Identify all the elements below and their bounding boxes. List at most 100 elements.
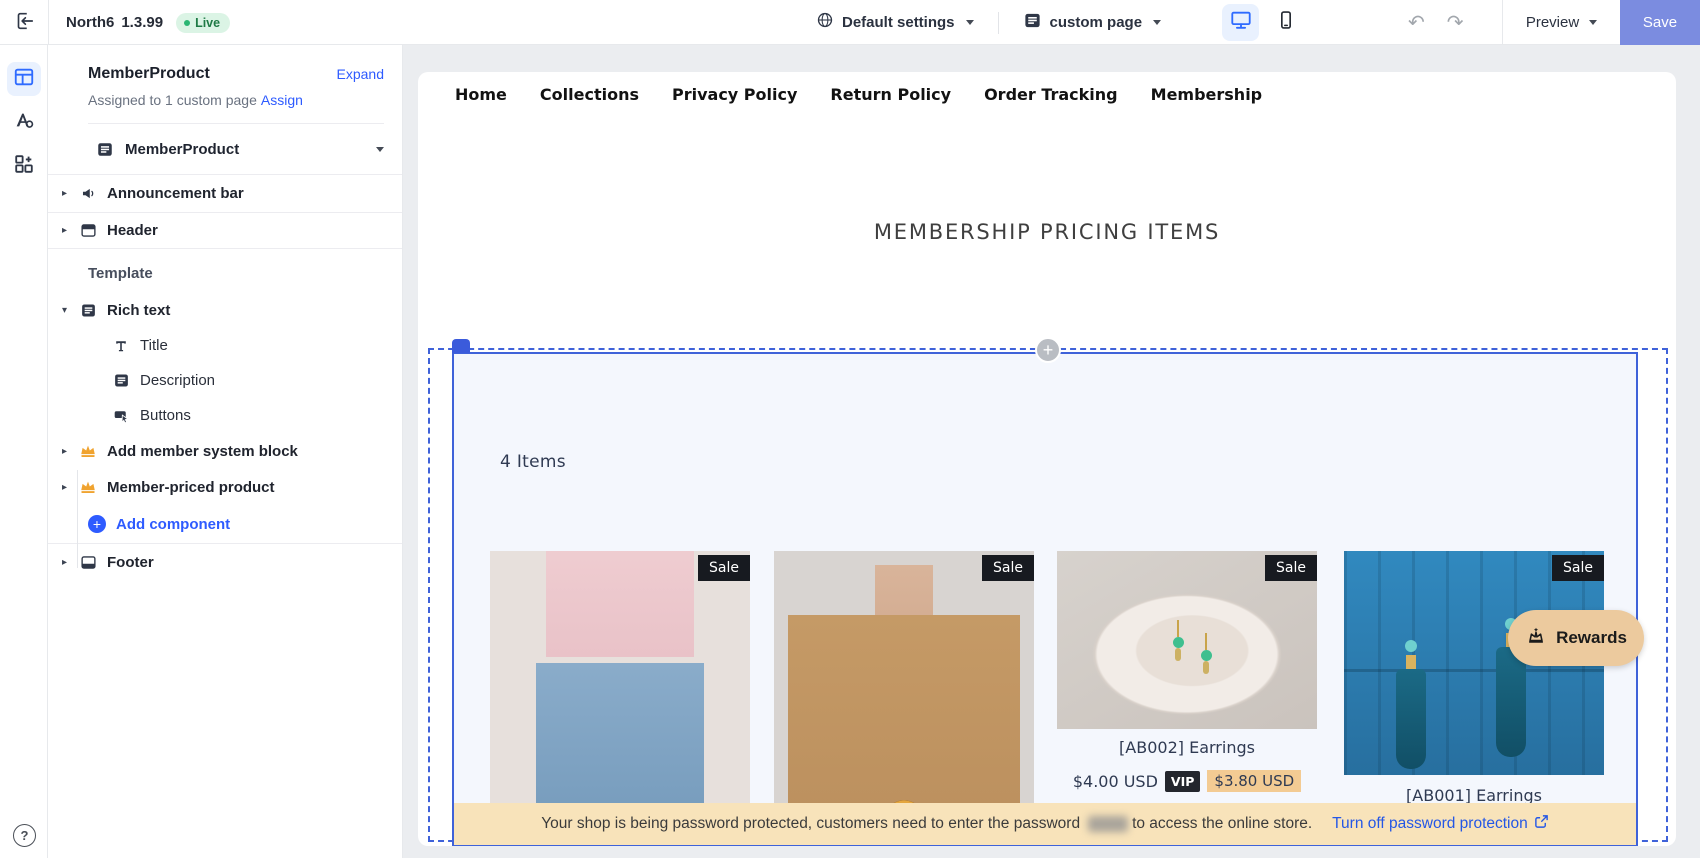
sidebar-header: MemberProduct Expand Assigned to 1 custo… (48, 45, 402, 124)
banner-text-after: to access the online store. (1132, 815, 1313, 832)
section-drag-handle[interactable] (452, 339, 470, 353)
rewards-crown-icon (1525, 625, 1547, 652)
storefront-nav: Home Collections Privacy Policy Return P… (455, 72, 1262, 116)
sidebar-item-rich-text[interactable]: ▾ Rich text (48, 292, 402, 328)
rewards-widget-button[interactable]: Rewards (1508, 610, 1644, 666)
nav-link-privacy-policy[interactable]: Privacy Policy (672, 85, 797, 104)
sidebar-item-label: Add member system block (107, 442, 298, 460)
sidebar-item-description[interactable]: Description (48, 363, 402, 398)
mobile-view-button[interactable] (1267, 4, 1304, 41)
sidebar-item-footer[interactable]: ▸ Footer (48, 543, 402, 581)
undo-icon[interactable]: ↶ (1408, 13, 1425, 33)
nav-link-membership[interactable]: Membership (1151, 85, 1263, 104)
topbar-center-controls: Default settings custom page (816, 0, 1162, 45)
sale-badge: Sale (982, 555, 1034, 581)
product-card-jeans[interactable]: Sale (490, 551, 750, 844)
page-selector-dropdown[interactable]: custom page (1023, 11, 1162, 35)
turn-off-password-link[interactable]: Turn off password protection (1332, 814, 1549, 834)
default-settings-dropdown[interactable]: Default settings (816, 11, 974, 34)
desktop-icon (1230, 9, 1252, 36)
sidebar-item-header[interactable]: ▸ Header (48, 213, 402, 249)
sidebar-item-label: Title (140, 337, 168, 354)
preview-label: Preview (1525, 14, 1580, 31)
plus-circle-icon: + (88, 515, 106, 533)
template-title: MemberProduct (88, 65, 210, 82)
sidebar-item-label: Description (140, 372, 216, 389)
expand-link[interactable]: Expand (337, 66, 384, 82)
caret-right-icon[interactable]: ▸ (62, 225, 79, 236)
description-icon (112, 372, 130, 390)
desktop-view-button[interactable] (1222, 4, 1259, 41)
caret-right-icon[interactable]: ▸ (62, 446, 79, 457)
top-bar: North6 1.3.99 Live Default settings cust… (0, 0, 1700, 45)
header-section-icon (79, 222, 97, 240)
nav-link-collections[interactable]: Collections (540, 85, 639, 104)
help-button[interactable]: ? (13, 824, 36, 847)
sale-badge: Sale (1552, 555, 1604, 581)
vip-badge: VIP (1164, 770, 1201, 792)
sidebar-item-title[interactable]: Title (48, 328, 402, 363)
history-controls: ↶ ↷ (1408, 0, 1464, 45)
product-price-row: $4.00 USD VIP $3.80 USD (1057, 770, 1317, 792)
template-selector-dropdown[interactable]: MemberProduct (48, 124, 402, 174)
device-toggle (1222, 4, 1304, 41)
chevron-down-icon (1589, 20, 1598, 25)
password-protection-banner: Your shop is being password protected, c… (454, 803, 1636, 845)
add-component-button[interactable]: + Add component (48, 505, 402, 543)
theme-settings-button[interactable] (7, 105, 41, 139)
template-section-label: Template (88, 265, 153, 282)
exit-editor-button[interactable] (11, 10, 37, 36)
layout-sections-icon (13, 66, 35, 93)
sidebar-item-announcement-bar[interactable]: ▸ Announcement bar (48, 175, 402, 213)
turn-off-password-label: Turn off password protection (1332, 815, 1528, 832)
selector-label: MemberProduct (125, 140, 240, 158)
assign-link[interactable]: Assign (261, 92, 303, 108)
sidebar-item-buttons[interactable]: Buttons (48, 398, 402, 433)
sidebar-item-label: Footer (107, 554, 154, 571)
redo-icon[interactable]: ↷ (1447, 13, 1464, 33)
save-button[interactable]: Save (1620, 0, 1700, 45)
apps-panel-button[interactable] (7, 149, 41, 183)
password-redacted (1088, 816, 1129, 832)
external-link-icon (1534, 814, 1549, 834)
page-doc-icon (96, 140, 114, 158)
sidebar-item-label: Member-priced product (107, 478, 275, 496)
sidebar-item-label: Rich text (107, 301, 171, 319)
product-title[interactable]: [AB002] Earrings (1057, 738, 1317, 757)
tassel-earring-graphic (1396, 640, 1426, 769)
caret-down-icon[interactable]: ▾ (62, 305, 79, 316)
assigned-text: Assigned to 1 custom page (88, 92, 257, 108)
live-dot-icon (184, 19, 191, 26)
preview-button[interactable]: Preview (1502, 0, 1620, 45)
title-icon (112, 337, 130, 355)
add-section-button[interactable]: + (1035, 337, 1061, 363)
sidebar-item-label: Announcement bar (107, 185, 244, 202)
sidebar-item-member-system-block[interactable]: ▸ Add member system block (48, 433, 402, 469)
app-name: North6 (66, 14, 115, 31)
earring-graphic (1173, 620, 1184, 661)
typography-icon (13, 109, 35, 136)
nav-link-order-tracking[interactable]: Order Tracking (984, 85, 1118, 104)
banner-text-before: Your shop is being password protected, c… (541, 815, 1081, 832)
left-icon-rail: ? (0, 45, 48, 858)
app-version: 1.3.99 (121, 14, 164, 31)
product-card-ab002-earrings[interactable]: Sale (1057, 551, 1317, 729)
sale-badge: Sale (698, 555, 750, 581)
add-component-label: Add component (116, 515, 231, 533)
nav-link-return-policy[interactable]: Return Policy (830, 85, 951, 104)
selected-section-member-priced-product[interactable]: 4 Items Sale Sale Sale Sale [AB002] Earr… (452, 352, 1638, 846)
tree-guide-line (77, 470, 78, 568)
sidebar-panel: MemberProduct Expand Assigned to 1 custo… (48, 45, 403, 858)
globe-icon (816, 11, 834, 34)
sections-panel-button[interactable] (7, 62, 41, 96)
tassel-earring-graphic (1496, 618, 1526, 757)
sidebar-item-member-priced-product[interactable]: ▸ Member-priced product (48, 469, 402, 505)
nav-link-home[interactable]: Home (455, 85, 507, 104)
caret-right-icon[interactable]: ▸ (62, 188, 79, 199)
rewards-label: Rewards (1556, 628, 1627, 647)
page-title: MEMBERSHIP PRICING ITEMS (873, 220, 1221, 244)
product-price: $4.00 USD (1072, 771, 1158, 791)
product-card-cardigan[interactable]: Sale (774, 551, 1034, 844)
page-selector-label: custom page (1049, 14, 1143, 31)
announcement-icon (79, 185, 97, 203)
